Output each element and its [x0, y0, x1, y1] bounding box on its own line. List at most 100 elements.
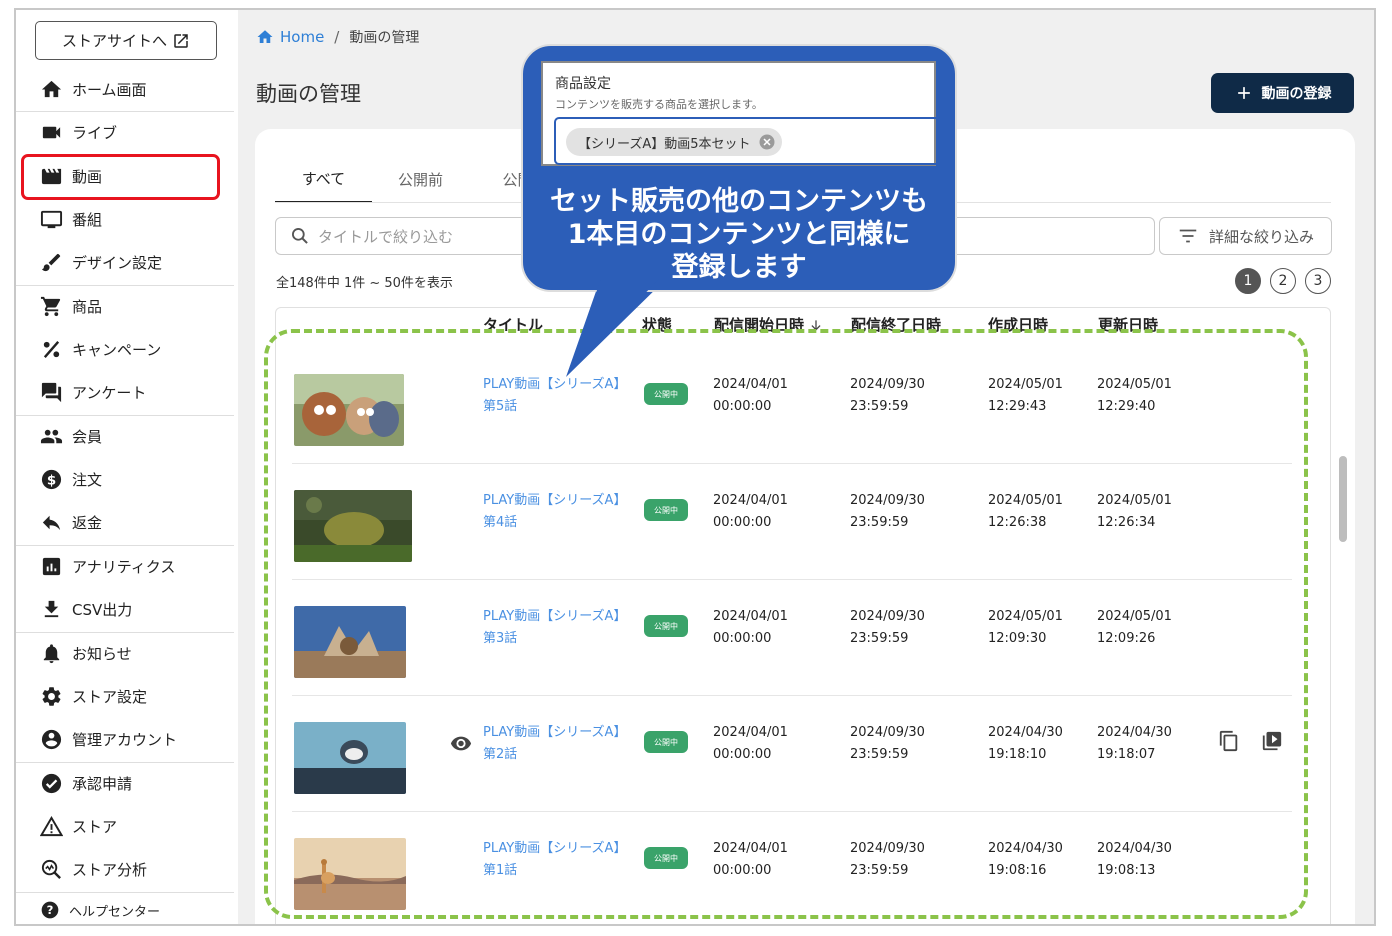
sidebar-item-approval[interactable]: 承認申請	[16, 762, 234, 805]
product-select-field[interactable]: 【シリーズA】動画5本セット	[554, 117, 940, 165]
sidebar-item-csv[interactable]: CSV出力	[16, 588, 234, 631]
callout-text: セット販売の他のコンテンツも 1本目のコンテンツと同様に 登録します	[521, 185, 957, 284]
brush-icon	[41, 253, 61, 272]
breadcrumb-home-link[interactable]: Home	[280, 28, 324, 46]
sidebar-item-orders[interactable]: $ 注文	[16, 458, 234, 501]
sidebar-item-program[interactable]: 番組	[16, 198, 234, 241]
video-thumbnail	[294, 374, 404, 446]
reply-icon	[42, 515, 61, 531]
sidebar-item-admin-account[interactable]: 管理アカウント	[16, 718, 234, 761]
breadcrumb-current: 動画の管理	[349, 30, 420, 46]
sidebar-item-home[interactable]: ホーム画面	[16, 68, 234, 111]
column-header-title[interactable]: タイトル	[483, 314, 543, 335]
table-row[interactable]: PLAY動画【シリーズA】 第1話 公開中 2024/04/01 00:00:00…	[292, 812, 1292, 924]
add-video-label: 動画の登録	[1261, 86, 1332, 102]
video-episode: 第4話	[483, 515, 518, 530]
tab-all[interactable]: すべて	[275, 155, 372, 203]
column-header-start[interactable]: 配信開始日時	[714, 314, 823, 335]
sidebar-item-refund[interactable]: 返金	[16, 501, 234, 544]
updated-datetime: 2024/05/01 12:09:26	[1097, 609, 1172, 646]
help-icon: ?	[41, 901, 59, 919]
sidebar-item-campaign[interactable]: キャンペーン	[16, 328, 234, 371]
video-title-link[interactable]: PLAY動画【シリーズA】 第5話	[483, 374, 633, 418]
breadcrumb: Home / 動画の管理	[256, 27, 419, 47]
sidebar-item-store-analysis[interactable]: ストア分析	[16, 848, 234, 891]
percent-icon	[43, 341, 60, 358]
product-chip[interactable]: 【シリーズA】動画5本セット	[566, 128, 782, 156]
store-site-button[interactable]: ストアサイトへ	[35, 21, 217, 60]
video-title-link[interactable]: PLAY動画【シリーズA】 第4話	[483, 490, 633, 534]
sidebar-item-live[interactable]: ライブ	[16, 111, 234, 154]
video-title-link[interactable]: PLAY動画【シリーズA】 第2話	[483, 722, 633, 766]
start-datetime: 2024/04/01 00:00:00	[713, 377, 788, 414]
end-datetime: 2024/09/30 23:59:59	[850, 493, 925, 530]
add-video-button[interactable]: 動画の登録	[1211, 73, 1354, 113]
created-datetime: 2024/04/30 19:18:10	[988, 725, 1063, 762]
sidebar-item-store-settings[interactable]: ストア設定	[16, 675, 234, 718]
sidebar-item-label: 会員	[72, 428, 103, 446]
account-icon	[41, 729, 62, 750]
video-title-line: PLAY動画【シリーズA】	[483, 377, 627, 392]
sidebar: ストアサイトへ ホーム画面 ライブ 動画 番組 デザイン設定 商品 キャンペーン…	[16, 10, 238, 924]
sidebar-item-help[interactable]: ? ヘルプセンター	[16, 892, 234, 924]
video-episode: 第2話	[483, 747, 518, 762]
warning-icon	[40, 815, 63, 837]
video-library-icon[interactable]	[1261, 730, 1283, 752]
page-button[interactable]: 2	[1270, 268, 1296, 294]
video-title-link[interactable]: PLAY動画【シリーズA】 第1話	[483, 838, 633, 882]
copy-icon[interactable]	[1218, 730, 1240, 752]
table-row[interactable]: PLAY動画【シリーズA】 第2話 公開中 2024/04/01 00:00:00…	[292, 696, 1292, 812]
product-settings-popup: 商品設定 コンテンツを販売する商品を選択します。 【シリーズA】動画5本セット	[541, 61, 940, 166]
created-datetime: 2024/04/30 19:08:16	[988, 841, 1063, 878]
remove-chip-icon[interactable]	[758, 133, 776, 151]
sidebar-item-label: 返金	[72, 514, 103, 532]
column-header-updated[interactable]: 更新日時	[1098, 314, 1158, 335]
video-title-link[interactable]: PLAY動画【シリーズA】 第3話	[483, 606, 633, 650]
sidebar-item-design[interactable]: デザイン設定	[16, 241, 234, 284]
updated-datetime: 2024/05/01 12:29:40	[1097, 377, 1172, 414]
sidebar-item-label: 商品	[72, 298, 103, 316]
page-button[interactable]: 1	[1235, 268, 1261, 294]
callout-line: 1本目のコンテンツと同様に	[567, 219, 911, 250]
sidebar-item-store[interactable]: ストア	[16, 805, 234, 848]
sidebar-item-label: アナリティクス	[72, 558, 176, 576]
end-datetime: 2024/09/30 23:59:59	[850, 841, 925, 878]
page-button[interactable]: 3	[1305, 268, 1331, 294]
sidebar-item-label: CSV出力	[72, 601, 133, 619]
dollar-icon: $	[41, 469, 62, 490]
table-row[interactable]: PLAY動画【シリーズA】 第4話 公開中 2024/04/01 00:00:00…	[292, 464, 1292, 580]
start-datetime: 2024/04/01 00:00:00	[713, 609, 788, 646]
search-placeholder: タイトルで絞り込む	[318, 227, 454, 246]
sidebar-item-label: お知らせ	[72, 645, 132, 663]
search-icon	[292, 228, 308, 244]
advanced-filter-button[interactable]: 詳細な絞り込み	[1159, 217, 1332, 255]
updated-datetime: 2024/04/30 19:18:07	[1097, 725, 1172, 762]
page-title: 動画の管理	[256, 82, 361, 106]
video-thumbnail	[294, 490, 412, 562]
scrollbar-thumb[interactable]	[1339, 456, 1347, 542]
sidebar-item-members[interactable]: 会員	[16, 415, 234, 458]
check-circle-icon	[41, 773, 62, 794]
sidebar-item-label: ホーム画面	[72, 81, 147, 99]
sidebar-item-notice[interactable]: お知らせ	[16, 632, 234, 675]
column-header-end[interactable]: 配信終了日時	[851, 314, 941, 335]
column-header-status[interactable]: 状態	[642, 314, 672, 335]
end-datetime: 2024/09/30 23:59:59	[850, 377, 925, 414]
tab-unpublished[interactable]: 公開前	[372, 155, 469, 203]
sidebar-item-label: ストア分析	[72, 861, 148, 879]
sidebar-item-survey[interactable]: アンケート	[16, 371, 234, 414]
sidebar-item-product[interactable]: 商品	[16, 285, 234, 328]
created-datetime: 2024/05/01 12:26:38	[988, 493, 1063, 530]
video-thumbnail	[294, 722, 406, 794]
eye-icon[interactable]	[450, 732, 472, 754]
gear-icon	[42, 687, 61, 706]
people-icon	[40, 429, 63, 444]
table-row[interactable]: PLAY動画【シリーズA】 第5話 公開中 2024/04/01 00:00:00…	[292, 348, 1292, 464]
column-header-created[interactable]: 作成日時	[988, 314, 1048, 335]
created-datetime: 2024/05/01 12:09:30	[988, 609, 1063, 646]
sidebar-item-analytics[interactable]: アナリティクス	[16, 545, 234, 588]
product-chip-label: 【シリーズA】動画5本セット	[578, 136, 751, 152]
sidebar-item-label: ストア設定	[72, 688, 148, 706]
updated-datetime: 2024/04/30 19:08:13	[1097, 841, 1172, 878]
table-row[interactable]: PLAY動画【シリーズA】 第3話 公開中 2024/04/01 00:00:00…	[292, 580, 1292, 696]
